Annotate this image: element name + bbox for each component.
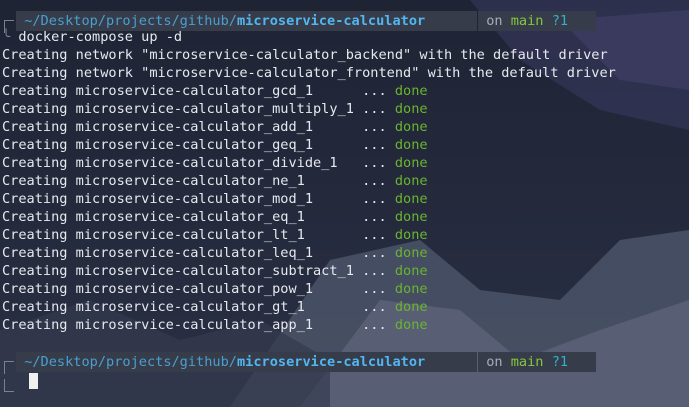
output-container-line: Creating microservice-calculator_leq_1 .…: [2, 244, 428, 262]
git-on-label: on: [486, 13, 503, 29]
git-on-label: on: [486, 354, 503, 370]
container-line-text: Creating microservice-calculator_pow_1 .…: [2, 281, 395, 297]
container-status: done: [394, 173, 428, 189]
container-line-text: Creating microservice-calculator_mod_1 .…: [2, 191, 395, 207]
container-status: done: [394, 155, 428, 171]
prompt-git-segment: on main ?1: [478, 11, 596, 31]
git-status-indicator: ?1: [551, 13, 569, 29]
output-container-line: Creating microservice-calculator_gcd_1 .…: [2, 82, 428, 100]
container-line-text: Creating microservice-calculator_app_1 .…: [2, 317, 395, 333]
container-status: done: [394, 209, 428, 225]
git-branch-name: main: [510, 13, 544, 29]
terminal-window[interactable]: ~/Desktop/projects/github/microservice-c…: [0, 0, 689, 407]
container-line-text: Creating microservice-calculator_gcd_1 .…: [2, 83, 395, 99]
output-container-line: Creating microservice-calculator_pow_1 .…: [2, 280, 428, 298]
container-status: done: [394, 101, 428, 117]
output-container-line: Creating microservice-calculator_subtrac…: [2, 262, 428, 280]
git-branch-name: main: [510, 354, 544, 370]
container-line-text: Creating microservice-calculator_lt_1 ..…: [2, 227, 395, 243]
output-container-line: Creating microservice-calculator_gt_1 ..…: [2, 298, 428, 316]
command-line: ╰ docker-compose up -d: [2, 29, 183, 45]
output-network-line: Creating network "microservice-calculato…: [2, 47, 608, 63]
prompt-path-prefix: ~/Desktop/projects/github/: [24, 13, 237, 29]
output-container-line: Creating microservice-calculator_multipl…: [2, 100, 428, 118]
prompt-frame-top: [4, 361, 14, 374]
prompt-git-segment: on main ?1: [478, 352, 596, 372]
output-container-line: Creating microservice-calculator_app_1 .…: [2, 316, 428, 334]
shell-prompt-active: ~/Desktop/projects/github/microservice-c…: [0, 351, 689, 392]
output-container-line: Creating microservice-calculator_add_1 .…: [2, 118, 428, 136]
prompt-frame-bottom: [4, 379, 14, 392]
container-line-text: Creating microservice-calculator_eq_1 ..…: [2, 209, 395, 225]
output-network-line: Creating network "microservice-calculato…: [2, 65, 616, 81]
output-container-line: Creating microservice-calculator_geq_1 .…: [2, 136, 428, 154]
container-status: done: [394, 263, 428, 279]
container-line-text: Creating microservice-calculator_add_1 .…: [2, 119, 395, 135]
shell-prompt: ~/Desktop/projects/github/microservice-c…: [0, 10, 689, 33]
output-container-line: Creating microservice-calculator_mod_1 .…: [2, 190, 428, 208]
text-cursor[interactable]: [29, 373, 38, 389]
container-line-text: Creating microservice-calculator_ne_1 ..…: [2, 173, 395, 189]
container-line-text: Creating microservice-calculator_multipl…: [2, 101, 395, 117]
container-status: done: [394, 191, 428, 207]
container-status: done: [394, 299, 428, 315]
container-status: done: [394, 83, 428, 99]
prompt-current-directory: microservice-calculator: [236, 354, 426, 370]
container-line-text: Creating microservice-calculator_subtrac…: [2, 263, 395, 279]
container-status: done: [394, 281, 428, 297]
container-status: done: [394, 317, 428, 333]
container-status: done: [394, 137, 428, 153]
container-line-text: Creating microservice-calculator_leq_1 .…: [2, 245, 395, 261]
prompt-path-segment: ~/Desktop/projects/github/microservice-c…: [16, 352, 477, 372]
container-line-text: Creating microservice-calculator_divide_…: [2, 155, 395, 171]
output-container-line: Creating microservice-calculator_divide_…: [2, 154, 428, 172]
output-container-line: Creating microservice-calculator_ne_1 ..…: [2, 172, 428, 190]
container-status: done: [394, 119, 428, 135]
container-line-text: Creating microservice-calculator_geq_1 .…: [2, 137, 395, 153]
prompt-path-prefix: ~/Desktop/projects/github/: [24, 354, 237, 370]
container-status: done: [394, 245, 428, 261]
prompt-current-directory: microservice-calculator: [236, 13, 426, 29]
container-status: done: [394, 227, 428, 243]
git-status-indicator: ?1: [551, 354, 569, 370]
command-text: docker-compose up -d: [18, 29, 183, 45]
output-container-line: Creating microservice-calculator_eq_1 ..…: [2, 208, 428, 226]
container-line-text: Creating microservice-calculator_gt_1 ..…: [2, 299, 395, 315]
output-container-line: Creating microservice-calculator_lt_1 ..…: [2, 226, 428, 244]
